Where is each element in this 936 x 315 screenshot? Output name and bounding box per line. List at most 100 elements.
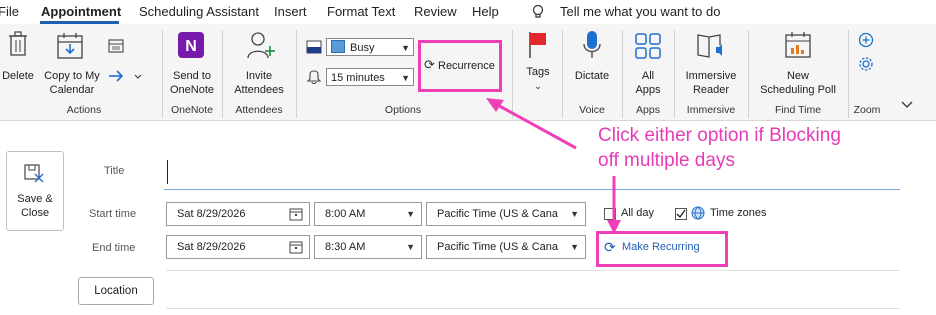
scheduling-poll-label-2: Scheduling Poll	[760, 84, 836, 96]
invite-attendees-label-2: Attendees	[234, 84, 284, 96]
group-label-options: Options	[384, 104, 422, 116]
ribbon-separator	[222, 30, 223, 118]
save-close-icon	[24, 164, 44, 183]
annotation-text-line-2: off multiple days	[598, 150, 735, 171]
dictate-label: Dictate	[574, 70, 610, 82]
end-time-value: 8:30 AM	[325, 241, 366, 253]
group-label-onenote: OneNote	[170, 104, 214, 116]
copy-to-calendar-button[interactable]: Copy to My Calendar	[40, 28, 104, 100]
row-divider	[166, 308, 900, 309]
chevron-down-icon: ▼	[570, 209, 579, 219]
title-input[interactable]	[164, 155, 900, 190]
group-label-actions: Actions	[66, 104, 102, 116]
copy-to-calendar-label-1: Copy to My	[44, 70, 100, 82]
show-as-dropdown[interactable]: Busy ▼	[326, 38, 414, 56]
group-label-attendees: Attendees	[235, 104, 283, 116]
dictate-button[interactable]: Dictate	[566, 28, 618, 100]
delete-button[interactable]: Delete	[0, 28, 36, 88]
save-close-label-2: Close	[20, 207, 50, 219]
menu-format-text[interactable]: Format Text	[327, 4, 395, 19]
show-as-icon	[306, 40, 322, 54]
chevron-down-icon: ▼	[401, 73, 410, 83]
group-label-apps: Apps	[636, 104, 660, 116]
start-date-input[interactable]: Sat 8/29/2026	[166, 202, 310, 226]
title-label: Title	[104, 165, 125, 177]
busy-color-swatch	[331, 40, 345, 53]
row-divider	[166, 270, 900, 271]
start-time-value: 8:00 AM	[325, 208, 366, 220]
time-zones-label: Time zones	[710, 207, 767, 219]
new-scheduling-poll-button[interactable]: New Scheduling Poll	[752, 28, 844, 100]
group-label-zoom: Zoom	[853, 104, 881, 116]
add-person-icon	[247, 32, 275, 59]
collapse-ribbon-icon[interactable]	[900, 100, 914, 110]
menu-file[interactable]: File	[0, 4, 19, 19]
ribbon-separator	[748, 30, 749, 118]
start-time-dropdown[interactable]: 8:00 AM ▼	[314, 202, 422, 226]
microphone-icon	[583, 31, 601, 58]
immersive-reader-label-2: Reader	[692, 84, 730, 96]
copy-to-calendar-label-2: Calendar	[49, 84, 95, 96]
ribbon-separator	[512, 30, 513, 118]
chevron-down-icon: ▼	[570, 242, 579, 252]
apps-grid-icon	[635, 33, 661, 59]
reminder-value: 15 minutes	[331, 72, 385, 84]
show-as-value: Busy	[350, 42, 375, 54]
onenote-icon: N	[178, 32, 204, 58]
send-to-onenote-button[interactable]: N Send to OneNote	[166, 28, 218, 100]
all-apps-label-2: Apps	[635, 84, 661, 96]
scheduling-poll-label-1: New	[786, 70, 809, 82]
recurrence-button[interactable]: ⟳ Recurrence	[424, 56, 500, 76]
menu-help[interactable]: Help	[472, 4, 499, 19]
save-close-button[interactable]: Save & Close	[6, 151, 64, 231]
tell-me-search[interactable]: Tell me what you want to do	[560, 4, 720, 19]
tags-label: Tags	[526, 66, 550, 78]
location-button[interactable]: Location	[78, 277, 154, 305]
end-timezone-dropdown[interactable]: Pacific Time (US & Cana ▼	[426, 235, 586, 259]
calendar-grid-icon[interactable]	[108, 38, 126, 54]
all-apps-label-1: All	[641, 70, 655, 82]
tags-button[interactable]: Tags ⌄	[516, 28, 560, 100]
end-timezone-value: Pacific Time (US & Cana	[437, 241, 559, 253]
ribbon-separator	[622, 30, 623, 118]
flag-icon	[529, 32, 546, 58]
reminder-dropdown[interactable]: 15 minutes ▼	[326, 68, 414, 86]
forward-arrow-icon[interactable]	[108, 68, 142, 84]
make-recurring-link[interactable]: ⟳ Make Recurring	[604, 239, 722, 258]
save-close-label-1: Save &	[17, 193, 53, 205]
recurrence-icon: ⟳	[424, 57, 435, 72]
gear-icon[interactable]	[858, 56, 874, 72]
invite-attendees-button[interactable]: Invite Attendees	[226, 28, 292, 100]
time-zones-checkbox[interactable]	[675, 208, 687, 220]
trash-icon	[9, 31, 27, 56]
all-day-checkbox[interactable]	[604, 208, 616, 220]
immersive-reader-button[interactable]: Immersive Reader	[678, 28, 744, 100]
annotation-text-line-1: Click either option if Blocking	[598, 125, 841, 146]
calendar-picker-icon[interactable]	[289, 207, 303, 221]
lightbulb-icon	[532, 4, 544, 18]
menu-review[interactable]: Review	[414, 4, 457, 19]
bell-icon	[306, 70, 322, 84]
menu-scheduling-assistant[interactable]: Scheduling Assistant	[139, 4, 259, 19]
send-to-onenote-label-1: Send to	[173, 70, 211, 82]
end-date-input[interactable]: Sat 8/29/2026	[166, 235, 310, 259]
calendar-picker-icon[interactable]	[289, 240, 303, 254]
chevron-down-icon: ▼	[406, 242, 415, 252]
all-day-label: All day	[621, 207, 655, 219]
make-recurring-label: Make Recurring	[622, 241, 700, 253]
start-timezone-dropdown[interactable]: Pacific Time (US & Cana ▼	[426, 202, 586, 226]
chevron-down-icon: ⌄	[534, 81, 542, 91]
menu-appointment[interactable]: Appointment	[41, 4, 121, 19]
recurrence-label: Recurrence	[438, 60, 495, 72]
group-label-voice: Voice	[579, 104, 605, 116]
all-apps-button[interactable]: All Apps	[626, 28, 670, 100]
menu-insert[interactable]: Insert	[274, 4, 307, 19]
end-time-label: End time	[92, 242, 136, 254]
immersive-reader-icon	[697, 34, 722, 58]
zoom-in-icon[interactable]	[858, 32, 874, 48]
calendar-copy-icon	[57, 33, 83, 59]
end-time-dropdown[interactable]: 8:30 AM ▼	[314, 235, 422, 259]
ribbon-separator	[848, 30, 849, 118]
group-label-find-time: Find Time	[774, 104, 822, 116]
start-date-value: Sat 8/29/2026	[177, 208, 246, 220]
